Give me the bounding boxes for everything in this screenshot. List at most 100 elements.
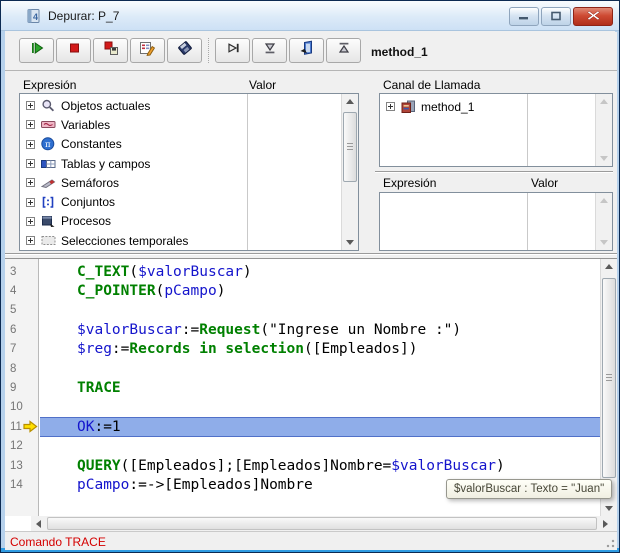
code-line[interactable]: 8 bbox=[5, 359, 600, 378]
step-over-button[interactable] bbox=[215, 38, 250, 63]
editor-horizontal-scrollbar[interactable] bbox=[31, 516, 613, 531]
scroll-down-icon bbox=[346, 240, 354, 245]
line-number[interactable]: 5 bbox=[5, 301, 40, 320]
scroll-down-button[interactable] bbox=[601, 501, 617, 516]
line-number[interactable]: 7 bbox=[5, 340, 40, 359]
line-number[interactable]: 6 bbox=[5, 320, 40, 339]
svg-text:4: 4 bbox=[33, 12, 38, 22]
watch-scrollbar[interactable] bbox=[341, 94, 358, 250]
tree-item[interactable]: Procesos bbox=[20, 212, 340, 231]
code-line[interactable]: 5 bbox=[5, 301, 600, 320]
maximize-button[interactable] bbox=[541, 7, 571, 26]
tree-item[interactable]: Semáforos bbox=[20, 173, 340, 192]
custom-watch-column-divider[interactable] bbox=[527, 193, 528, 250]
save-settings-button[interactable] bbox=[167, 38, 202, 63]
continue-button[interactable] bbox=[19, 38, 54, 63]
tables-icon bbox=[41, 157, 56, 171]
expand-toggle-icon[interactable] bbox=[386, 102, 395, 111]
scroll-up-button[interactable] bbox=[601, 259, 617, 274]
scroll-left-button[interactable] bbox=[31, 516, 46, 531]
expand-toggle-icon[interactable] bbox=[26, 159, 35, 168]
code-token: $valorBuscar bbox=[77, 322, 182, 338]
step-into-button[interactable] bbox=[252, 38, 287, 63]
scroll-down-button[interactable] bbox=[596, 151, 612, 166]
line-number[interactable]: 11 bbox=[5, 417, 40, 436]
scroll-up-icon bbox=[346, 99, 354, 104]
scroll-down-button[interactable] bbox=[342, 235, 358, 250]
edit-method-button[interactable] bbox=[130, 38, 165, 63]
code-line[interactable]: 10 bbox=[5, 398, 600, 417]
tree-item-label: Procesos bbox=[61, 214, 111, 228]
title-bar[interactable]: 4 Depurar: P_7 bbox=[1, 1, 619, 31]
temp-selections-icon bbox=[41, 234, 56, 248]
expand-toggle-icon[interactable] bbox=[26, 178, 35, 187]
scroll-right-button[interactable] bbox=[598, 516, 613, 531]
line-number[interactable]: 4 bbox=[5, 281, 40, 300]
abort-save-button[interactable] bbox=[93, 38, 128, 63]
tree-item[interactable]: Variables bbox=[20, 115, 340, 134]
scrollbar-thumb[interactable] bbox=[343, 112, 357, 182]
code-line[interactable]: 12 bbox=[5, 437, 600, 456]
watch-expression-header: Expresión bbox=[23, 78, 76, 92]
tree-item[interactable]: πConstantes bbox=[20, 135, 340, 154]
line-number[interactable]: 13 bbox=[5, 456, 40, 475]
code-line[interactable]: 11OK:=1 bbox=[5, 417, 600, 436]
sets-icon bbox=[41, 195, 56, 209]
resize-grip[interactable] bbox=[603, 536, 615, 548]
editor-vertical-scrollbar[interactable] bbox=[600, 259, 617, 516]
tree-item[interactable]: Tablas y campos bbox=[20, 154, 340, 173]
code-token: QUERY bbox=[77, 458, 121, 474]
expand-toggle-icon[interactable] bbox=[26, 101, 35, 110]
watch-listbox[interactable]: Objetos actualesVariablesπConstantesTabl… bbox=[19, 93, 359, 251]
expand-toggle-icon[interactable] bbox=[26, 120, 35, 129]
call-chain-scrollbar[interactable] bbox=[595, 94, 612, 166]
watch-column-divider[interactable] bbox=[247, 94, 248, 250]
call-chain-listbox[interactable]: method_1 bbox=[379, 93, 613, 167]
tree-item[interactable]: Conjuntos bbox=[20, 192, 340, 211]
call-chain-column-divider[interactable] bbox=[527, 94, 528, 166]
scrollbar-thumb[interactable] bbox=[602, 278, 616, 478]
line-number[interactable]: 12 bbox=[5, 437, 40, 456]
scroll-up-button[interactable] bbox=[596, 94, 612, 109]
editor-splitter[interactable] bbox=[5, 253, 617, 254]
tree-item[interactable]: method_1 bbox=[380, 97, 594, 116]
call-chain-tree: method_1 bbox=[380, 97, 594, 116]
line-number[interactable]: 10 bbox=[5, 398, 40, 417]
code-line[interactable]: 3C_TEXT($valorBuscar) bbox=[5, 262, 600, 281]
minimize-button[interactable] bbox=[509, 7, 539, 26]
scroll-up-icon bbox=[605, 264, 613, 269]
tree-item[interactable]: Selecciones temporales bbox=[20, 231, 340, 250]
code-line[interactable]: 13QUERY([Empleados];[Empleados]Nombre=$v… bbox=[5, 456, 600, 475]
custom-watch-scrollbar[interactable] bbox=[595, 193, 612, 250]
step-out-button[interactable] bbox=[289, 38, 324, 63]
code-line[interactable]: 6$valorBuscar:=Request("Ingrese un Nombr… bbox=[5, 320, 600, 339]
custom-watch-listbox[interactable] bbox=[379, 192, 613, 251]
scroll-up-button[interactable] bbox=[342, 94, 358, 109]
code-token: C_TEXT bbox=[77, 264, 129, 280]
step-to-end-button[interactable] bbox=[326, 38, 361, 63]
tree-item[interactable]: Objetos actuales bbox=[20, 96, 340, 115]
right-panel-divider[interactable] bbox=[375, 171, 613, 172]
line-number[interactable]: 8 bbox=[5, 359, 40, 378]
code-editor[interactable]: 3C_TEXT($valorBuscar)4C_POINTER(pCampo)5… bbox=[5, 258, 617, 516]
scrollbar-thumb[interactable] bbox=[47, 517, 597, 530]
expand-toggle-icon[interactable] bbox=[26, 140, 35, 149]
scroll-down-button[interactable] bbox=[596, 235, 612, 250]
expand-toggle-icon[interactable] bbox=[26, 198, 35, 207]
scroll-up-button[interactable] bbox=[596, 193, 612, 208]
expand-toggle-icon[interactable] bbox=[26, 217, 35, 226]
code-line[interactable]: 9TRACE bbox=[5, 378, 600, 397]
code-token: ( bbox=[129, 264, 138, 280]
expand-toggle-icon[interactable] bbox=[26, 236, 35, 245]
line-number[interactable]: 14 bbox=[5, 475, 40, 494]
close-button[interactable] bbox=[573, 7, 613, 26]
step-into-icon bbox=[262, 40, 278, 61]
line-number[interactable]: 9 bbox=[5, 378, 40, 397]
code-line[interactable]: 7$reg:=Records in selection([Empleados]) bbox=[5, 340, 600, 359]
code-token: $reg bbox=[77, 341, 112, 357]
code-token: $valorBuscar bbox=[138, 264, 243, 280]
method-icon bbox=[401, 100, 416, 114]
code-line[interactable]: 4C_POINTER(pCampo) bbox=[5, 281, 600, 300]
line-number[interactable]: 3 bbox=[5, 262, 40, 281]
abort-button[interactable] bbox=[56, 38, 91, 63]
